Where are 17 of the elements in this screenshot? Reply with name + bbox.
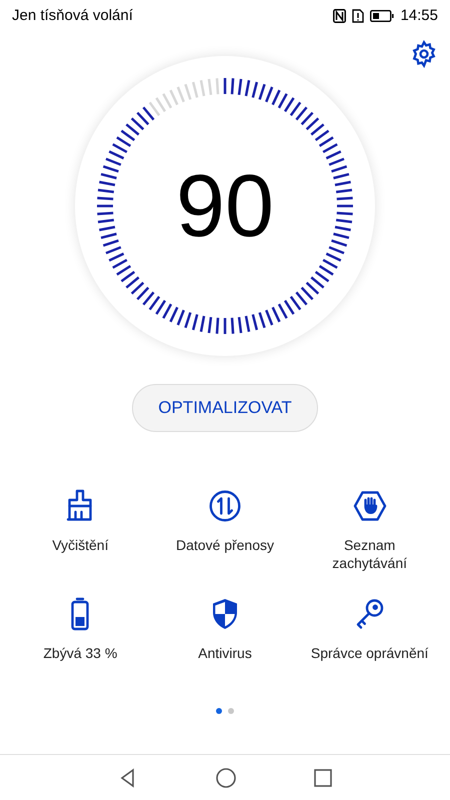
tool-shortcut[interactable]: Zbývá 33 % — [8, 596, 153, 684]
battery-status-icon — [370, 10, 394, 22]
nfc-icon — [333, 9, 346, 23]
home-icon[interactable] — [214, 766, 237, 788]
recents-icon[interactable] — [314, 768, 332, 786]
carrier-text: Jen tísňová volání — [12, 6, 133, 26]
optimize-button[interactable]: OPTIMALIZOVAT — [132, 384, 318, 432]
tool-shortcut[interactable]: Seznam zachytávání — [297, 488, 442, 576]
tool-shortcut[interactable]: Datové přenosy — [152, 488, 298, 576]
tool-shortcut[interactable]: Antivirus — [152, 596, 298, 684]
score-value: 90 — [176, 162, 274, 250]
sim-alert-icon — [352, 9, 364, 23]
clock-text: 14:55 — [400, 6, 438, 26]
tool-shortcut[interactable]: Vyčištění — [8, 488, 153, 576]
tool-shortcut[interactable]: Správce oprávnění — [297, 596, 442, 684]
settings-icon[interactable] — [410, 40, 438, 68]
transfer-icon — [206, 488, 243, 524]
